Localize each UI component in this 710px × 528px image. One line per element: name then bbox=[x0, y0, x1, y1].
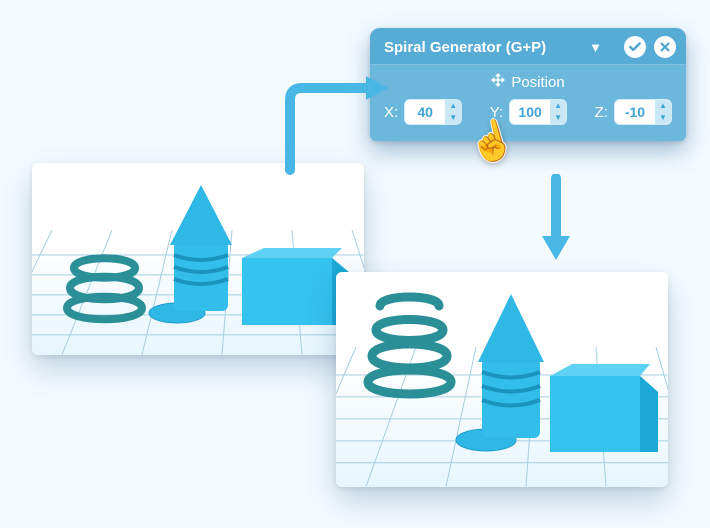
spiral-object bbox=[368, 297, 451, 394]
z-field: Z: -10 ▲▼ bbox=[595, 99, 672, 125]
z-label: Z: bbox=[595, 104, 608, 121]
chevron-down-icon[interactable]: ▼ bbox=[589, 40, 602, 55]
z-value: -10 bbox=[615, 104, 655, 120]
x-value: 40 bbox=[405, 104, 445, 120]
section-title-position: Position bbox=[384, 73, 672, 91]
x-input[interactable]: 40 ▲▼ bbox=[404, 99, 462, 125]
x-field: X: 40 ▲▼ bbox=[384, 99, 462, 125]
scene-before bbox=[32, 163, 364, 355]
move-icon bbox=[491, 73, 505, 91]
close-icon[interactable] bbox=[654, 36, 676, 58]
hex-prism-object bbox=[550, 364, 658, 452]
tower-object bbox=[478, 294, 544, 438]
y-value: 100 bbox=[510, 104, 550, 120]
flow-arrow-top bbox=[280, 70, 390, 180]
panel-header[interactable]: Spiral Generator (G+P) ▼ bbox=[370, 28, 686, 65]
flow-arrow-bottom bbox=[536, 174, 576, 264]
spiral-generator-panel: Spiral Generator (G+P) ▼ Position X: bbox=[370, 28, 686, 141]
hex-prism-object bbox=[242, 248, 350, 325]
scene-after bbox=[336, 272, 668, 487]
x-stepper[interactable]: ▲▼ bbox=[445, 100, 461, 124]
after-viewport bbox=[336, 272, 668, 487]
section-label: Position bbox=[511, 74, 564, 91]
before-viewport bbox=[32, 163, 364, 355]
confirm-icon[interactable] bbox=[624, 36, 646, 58]
z-stepper[interactable]: ▲▼ bbox=[655, 100, 671, 124]
spiral-object bbox=[67, 258, 142, 319]
panel-body: Position X: 40 ▲▼ Y: 100 ▲▼ Z: -10 bbox=[370, 65, 686, 141]
y-input[interactable]: 100 ▲▼ bbox=[509, 99, 567, 125]
y-stepper[interactable]: ▲▼ bbox=[550, 100, 566, 124]
panel-title: Spiral Generator (G+P) bbox=[384, 39, 581, 56]
position-row: X: 40 ▲▼ Y: 100 ▲▼ Z: -10 ▲▼ bbox=[384, 99, 672, 125]
tower-object bbox=[170, 185, 232, 311]
z-input[interactable]: -10 ▲▼ bbox=[614, 99, 672, 125]
